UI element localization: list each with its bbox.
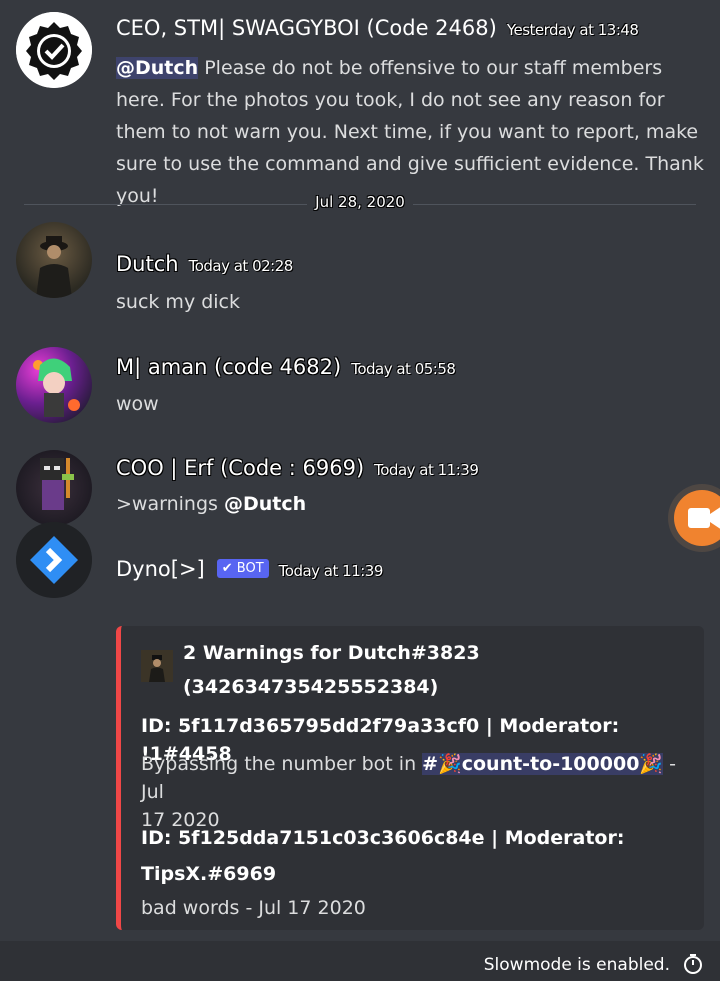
message-timestamp: Today at 05:58 [351,360,456,378]
warning-header-line: ID: 5f125dda7151c03c3606c84e | Moderator… [141,827,625,849]
video-call-bubble[interactable] [668,484,720,552]
channel-mention[interactable]: #🎉count-to-100000🎉 [422,753,664,775]
user-photo-icon [36,236,72,298]
message-text: >warnings [116,493,224,515]
slowmode-text: Slowmode is enabled. [483,955,670,975]
message-item: COO | Erf (Code : 6969) Today at 11:39 >w… [0,448,720,538]
message-content: wow [116,393,159,415]
avatar[interactable] [16,450,92,526]
verified-badge-icon [16,12,92,88]
message-author[interactable]: M| aman (code 4682) Today at 05:58 [116,355,456,379]
embed-title: 2 Warnings for Dutch#3823 (3426347354255… [183,636,663,704]
message-author[interactable]: Dutch Today at 02:28 [116,252,293,276]
user-mention[interactable]: @Dutch [224,493,306,515]
embed-author-avatar [141,650,173,682]
warning-reason-text: Bypassing the number bot in [141,753,423,775]
message-content: suck my dick [116,291,241,313]
user-mention[interactable]: @Dutch [116,57,199,79]
author-name[interactable]: Dutch [116,252,179,276]
avatar[interactable] [16,347,92,423]
message-item: CEO, STM| SWAGGYBOI (Code 2468) Yesterday… [0,0,720,207]
message-author[interactable]: CEO, STM| SWAGGYBOI (Code 2468) Yesterday… [116,16,639,40]
video-camera-icon [688,507,720,529]
author-name[interactable]: COO | Erf (Code : 6969) [116,456,364,480]
message-author[interactable]: Dyno[>] ✔ BOT Today at 11:39 [116,557,383,581]
bot-badge-label: BOT [236,560,264,576]
message-text: Please do not be offensive to our staff … [116,57,704,207]
embed-title-line: (342634735425552384) [183,676,439,698]
avatar[interactable] [16,522,92,598]
dyno-logo-icon [16,522,92,598]
message-timestamp: Today at 11:39 [278,562,384,580]
slowmode-bar: Slowmode is enabled. [0,941,720,981]
message-timestamp: Today at 11:39 [374,461,479,479]
message-content: @Dutch Please do not be offensive to our… [116,52,706,212]
message-item: M| aman (code 4682) Today at 05:58 wow [0,345,720,435]
message-timestamp: Yesterday at 13:48 [506,21,639,39]
user-photo-icon [141,650,173,682]
avatar[interactable] [16,12,92,88]
warning-reason: bad words - Jul 17 2020 [141,897,366,919]
date-divider: Jul 28, 2020 [0,193,720,211]
message-item: Dutch Today at 02:28 suck my dick [0,220,720,320]
anime-character-icon [33,358,80,417]
embed-title-line: 2 Warnings for Dutch#3823 [183,642,480,664]
message-content: >warnings @Dutch [116,488,306,520]
author-name[interactable]: M| aman (code 4682) [116,355,341,379]
warning-header: ID: 5f125dda7151c03c3606c84e | Moderator… [141,820,701,892]
game-character-icon [40,458,74,510]
message-timestamp: Today at 02:28 [188,257,294,275]
warnings-embed: 2 Warnings for Dutch#3823 (3426347354255… [116,626,704,930]
bot-badge: ✔ BOT [216,558,269,578]
message-author[interactable]: COO | Erf (Code : 6969) Today at 11:39 [116,456,479,480]
avatar[interactable] [16,222,92,298]
warning-header-line: TipsX.#6969 [141,863,277,885]
date-divider-label: Jul 28, 2020 [307,193,413,211]
stopwatch-icon [682,953,704,979]
author-name[interactable]: Dyno[>] [116,557,205,581]
author-name[interactable]: CEO, STM| SWAGGYBOI (Code 2468) [116,16,497,40]
